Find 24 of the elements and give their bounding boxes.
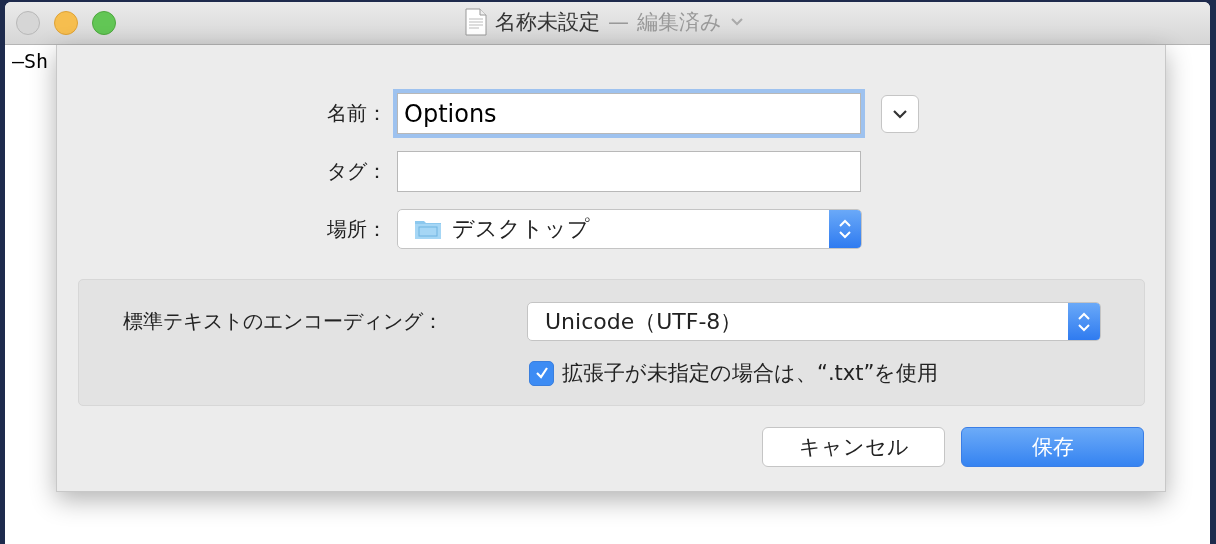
cancel-button[interactable]: キャンセル bbox=[762, 427, 945, 467]
location-popup[interactable]: デスクトップ bbox=[397, 209, 862, 249]
chevron-down-icon bbox=[892, 108, 908, 119]
window-title: 名称未設定 bbox=[495, 9, 600, 36]
document-icon bbox=[465, 8, 487, 36]
title-separator: — bbox=[608, 10, 629, 34]
encoding-popup[interactable]: Unicode（UTF-8） bbox=[527, 302, 1101, 341]
up-down-arrows-icon bbox=[838, 218, 852, 240]
expand-button[interactable] bbox=[881, 94, 919, 133]
folder-icon bbox=[414, 218, 442, 240]
zoom-button[interactable] bbox=[92, 11, 116, 35]
field-label: タグ： bbox=[326, 158, 387, 185]
tags-field[interactable] bbox=[397, 151, 861, 192]
close-button[interactable] bbox=[16, 11, 40, 35]
encoding-label: 標準テキストのエンコーディング： bbox=[123, 308, 444, 335]
field-label: 場所： bbox=[326, 215, 387, 243]
up-down-arrows-icon bbox=[1077, 310, 1091, 333]
field-label: 名前： bbox=[326, 100, 387, 127]
checkbox-label: 拡張子が未指定の場合は、“.txt”を使用 bbox=[562, 360, 939, 387]
chevron-down-icon[interactable] bbox=[730, 17, 744, 27]
checkbox[interactable] bbox=[529, 360, 554, 386]
field-value: Options bbox=[404, 99, 497, 128]
editor-text: –Sh bbox=[12, 49, 49, 73]
minimize-button[interactable] bbox=[54, 11, 78, 35]
